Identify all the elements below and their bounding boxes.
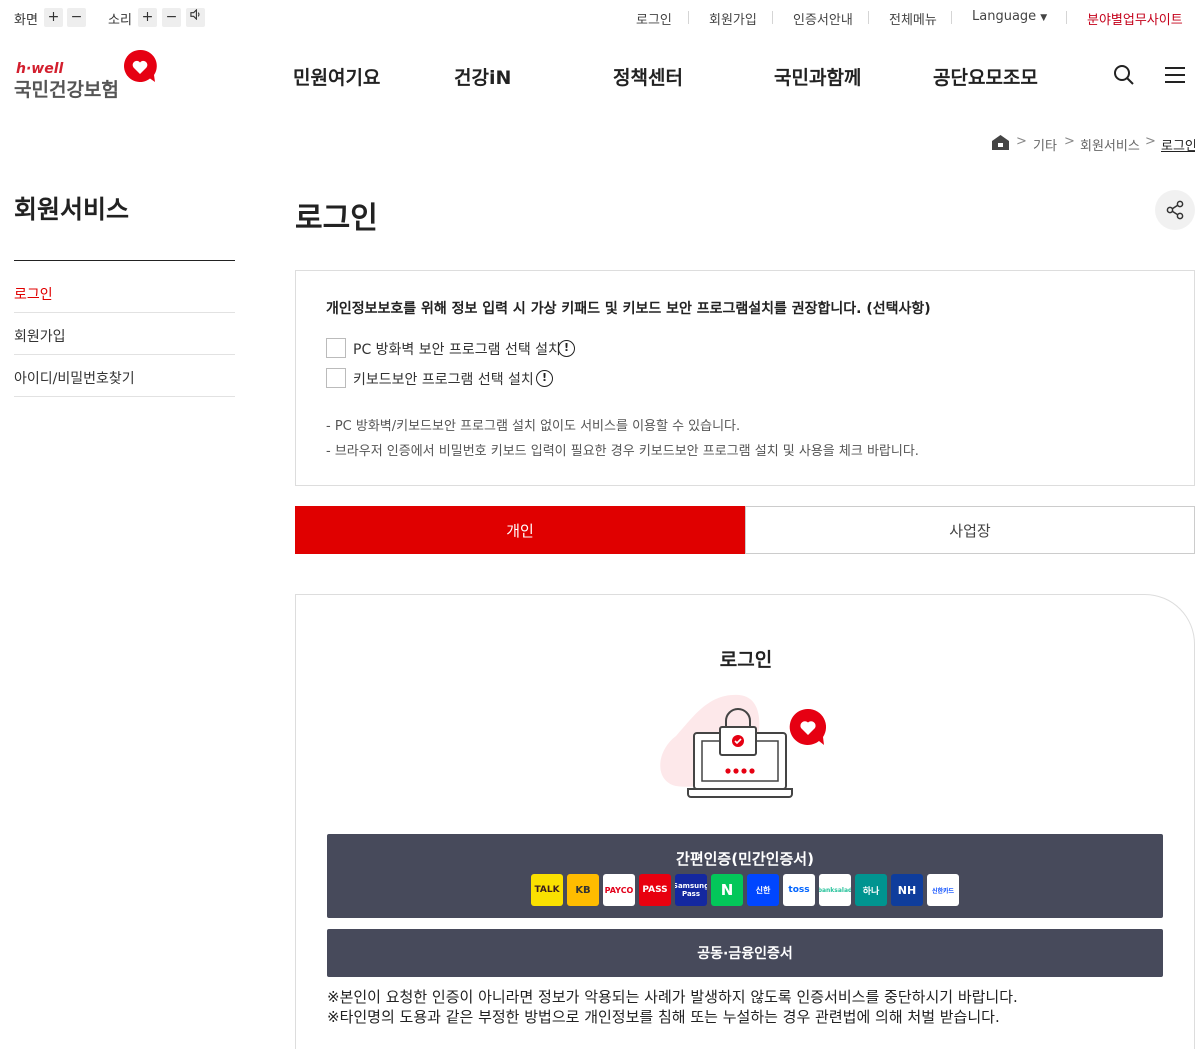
login-panel: 로그인 간편인증(민간인증서) TALK KB PAYCO PASS Samsu… [295,594,1195,1049]
info-icon[interactable]: ! [558,340,575,357]
toss-icon: toss [783,874,815,906]
logo-name: 국민건강보험 [14,79,119,101]
share-button[interactable] [1155,190,1195,230]
heart-logo-icon [124,49,157,82]
nav-with-people[interactable]: 국민과함께 [774,63,861,90]
speaker-icon[interactable] [186,8,205,27]
sidebar-title: 회원서비스 [14,195,130,224]
home-icon[interactable] [992,135,1009,150]
caret-down-icon: ▼ [1040,13,1048,23]
tab-personal[interactable]: 개인 [295,506,745,554]
notice-heading: 개인정보보호를 위해 정보 입력 시 가상 키패드 및 키보드 보안 프로그램설… [326,301,931,317]
info-icon[interactable]: ! [536,370,553,387]
firewall-option-label[interactable]: PC 방화벽 보안 프로그램 선택 설치 [353,339,561,359]
chevron-right-icon: > [1145,134,1156,149]
warning-text: ※타인명의 도용과 같은 부정한 방법으로 개인정보를 침해 또는 누설하는 경… [327,1008,1000,1026]
language-label: Language [972,9,1037,24]
shinhan-bank-icon: 신한 [747,874,779,906]
hamburger-menu-icon[interactable] [1165,66,1185,84]
breadcrumb-member-service[interactable]: 회원서비스 [1080,135,1140,154]
login-panel-title: 로그인 [719,649,773,671]
hana-bank-icon: 하나 [855,874,887,906]
security-notice-box: 개인정보보호를 위해 정보 입력 시 가상 키패드 및 키보드 보안 프로그램설… [295,270,1195,486]
provider-icon-row: TALK KB PAYCO PASS Samsung Pass N 신한 tos… [531,874,959,906]
chevron-right-icon: > [1064,134,1075,149]
naver-icon: N [711,874,743,906]
volume-up-button[interactable]: + [138,8,157,27]
kakao-talk-icon: TALK [531,874,563,906]
warning-text: ※본인이 요청한 인증이 아니라면 정보가 악용되는 사례가 발생하지 않도록 … [327,988,1018,1006]
search-icon[interactable] [1113,64,1135,86]
keyboard-option-label[interactable]: 키보드보안 프로그램 선택 설치 [353,369,534,389]
util-cert-guide-link[interactable]: 인증서안내 [793,9,853,28]
nav-health-in[interactable]: 건강iN [454,63,511,90]
pass-icon: PASS [639,874,671,906]
nav-policy[interactable]: 정책센터 [613,63,683,90]
keyboard-security-checkbox[interactable] [326,368,346,388]
zoom-out-button[interactable]: − [67,8,86,27]
language-select[interactable]: Language ▼ [972,9,1047,24]
page-title: 로그인 [295,201,378,236]
notice-note: - 브라우저 인증에서 비밀번호 키보드 입력이 필요한 경우 키보드보안 프로… [326,444,919,459]
sidebar-item-find-id-pw[interactable]: 아이디/비밀번호찾기 [14,368,135,388]
chevron-right-icon: > [1016,134,1027,149]
util-signup-link[interactable]: 회원가입 [709,9,757,28]
notice-note: - PC 방화벽/키보드보안 프로그램 설치 없이도 서비스를 이용할 수 있습… [326,419,741,434]
sound-label: 소리 [108,13,132,28]
breadcrumb-current: 로그인 [1161,139,1195,154]
nav-corp[interactable]: 공단요모조모 [933,63,1038,90]
volume-down-button[interactable]: − [162,8,181,27]
simple-auth-button[interactable]: 간편인증(민간인증서) TALK KB PAYCO PASS Samsung P… [327,834,1163,918]
simple-auth-label: 간편인증(민간인증서) [676,850,814,868]
joint-financial-cert-button[interactable]: 공동·금융인증서 [327,929,1163,977]
sidebar-item-login[interactable]: 로그인 [14,284,53,304]
zoom-in-button[interactable]: + [44,8,63,27]
kb-icon: KB [567,874,599,906]
secure-laptop-illustration [660,694,827,798]
joint-cert-label: 공동·금융인증서 [697,946,793,962]
util-login-link[interactable]: 로그인 [636,9,672,28]
banksalad-icon: banksalad [819,874,851,906]
screen-size-label: 화면 [14,13,38,28]
payco-icon: PAYCO [603,874,635,906]
breadcrumb-etc[interactable]: 기타 [1033,135,1057,154]
shinhan-card-icon: 신한카드 [927,874,959,906]
logo[interactable]: h·well 국민건강보험 [14,48,164,101]
firewall-checkbox[interactable] [326,338,346,358]
share-icon [1166,200,1184,220]
sidebar-item-signup[interactable]: 회원가입 [14,326,66,346]
tab-business[interactable]: 사업장 [745,506,1195,554]
field-sites-link[interactable]: 분야별업무사이트 [1087,9,1183,28]
samsung-pass-icon: Samsung Pass [675,874,707,906]
util-all-menu-link[interactable]: 전체메뉴 [889,9,937,28]
nav-civil[interactable]: 민원여기요 [293,63,380,90]
nh-bank-icon: NH [891,874,923,906]
